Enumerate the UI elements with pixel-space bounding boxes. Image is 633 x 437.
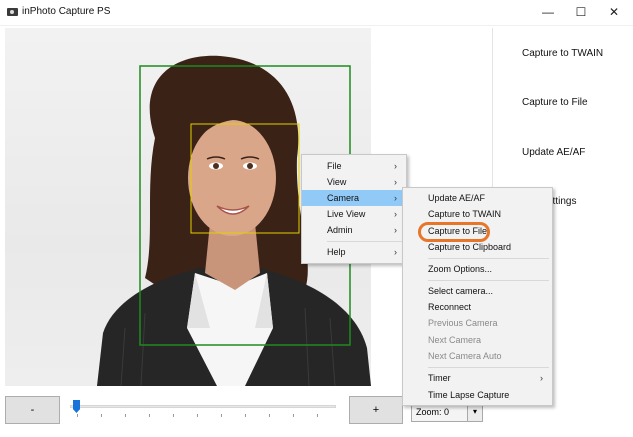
menu-item-view[interactable]: View › (302, 174, 406, 190)
chevron-right-icon: › (394, 209, 397, 219)
zoom-in-button[interactable]: + (349, 396, 403, 424)
menu-item-camera[interactable]: Camera › (302, 190, 406, 206)
slider-tick (101, 414, 102, 417)
menu-item-capture-to-clipboard[interactable]: Capture to Clipboard (403, 239, 552, 255)
menu-item-label: Timer (428, 373, 451, 383)
menu-separator (428, 258, 549, 259)
chevron-right-icon: › (394, 247, 397, 257)
menu-item-next-camera-auto: Next Camera Auto (428, 351, 502, 361)
menu-separator (428, 367, 549, 368)
chevron-right-icon: › (394, 225, 397, 235)
menu-item-live-view[interactable]: Live View › (302, 206, 406, 222)
chevron-right-icon: › (394, 193, 397, 203)
maximize-button[interactable]: ☐ (564, 0, 598, 24)
menu-item-reconnect[interactable]: Reconnect (403, 299, 552, 315)
slider-tick (293, 414, 294, 417)
close-button[interactable]: ✕ (597, 0, 631, 24)
menu-item-time-lapse-capture[interactable]: Time Lapse Capture (403, 387, 552, 403)
menu-item-select-camera[interactable]: Select camera... (403, 283, 552, 299)
slider-tick (77, 414, 78, 417)
menu-item-capture-to-file[interactable]: Capture to File (403, 223, 552, 239)
update-ae-af-button[interactable]: Update AE/AF (522, 147, 585, 158)
menu-item-label: View (327, 177, 347, 187)
minimize-button[interactable]: — (531, 0, 565, 24)
menu-item-label: File (327, 161, 342, 171)
slider-tick (173, 414, 174, 417)
menu-item-admin[interactable]: Admin › (302, 222, 406, 238)
menu-item-label: Admin (327, 225, 353, 235)
zoom-out-button[interactable]: - (5, 396, 60, 424)
slider-tick (221, 414, 222, 417)
window-title: inPhoto Capture PS (22, 6, 111, 17)
slider-tick (269, 414, 270, 417)
chevron-right-icon: › (394, 177, 397, 187)
chevron-right-icon: › (394, 161, 397, 171)
camera-submenu: Update AE/AF Capture to TWAIN Capture to… (402, 187, 553, 406)
menu-item-file[interactable]: File › (302, 158, 406, 174)
slider-track (70, 405, 336, 408)
capture-to-file-button[interactable]: Capture to File (522, 97, 588, 108)
chevron-right-icon: › (540, 373, 543, 383)
menu-item-previous-camera: Previous Camera (428, 318, 498, 328)
menu-item-zoom-options[interactable]: Zoom Options... (403, 261, 552, 277)
title-bar: inPhoto Capture PS — ☐ ✕ (0, 0, 633, 26)
slider-tick (317, 414, 318, 417)
slider-tick (245, 414, 246, 417)
menu-item-label: Live View (327, 209, 366, 219)
slider-tick (197, 414, 198, 417)
menu-item-timer[interactable]: Timer › (403, 370, 552, 386)
slider-tick (149, 414, 150, 417)
menu-item-label: Help (327, 247, 346, 257)
capture-to-twain-button[interactable]: Capture to TWAIN (522, 48, 603, 59)
menu-item-help[interactable]: Help › (302, 244, 406, 260)
slider-tick (125, 414, 126, 417)
menu-separator (428, 280, 549, 281)
camera-app-icon (7, 8, 18, 16)
menu-item-label: Camera (327, 193, 360, 203)
zoom-slider[interactable] (70, 398, 336, 420)
context-menu: File › View › Camera › Live View › Admin… (301, 154, 407, 264)
menu-item-next-camera: Next Camera (428, 335, 482, 345)
menu-separator (327, 241, 403, 242)
menu-item-capture-to-twain[interactable]: Capture to TWAIN (403, 206, 552, 222)
slider-thumb[interactable] (73, 400, 80, 413)
menu-item-update-ae-af[interactable]: Update AE/AF (403, 190, 552, 206)
